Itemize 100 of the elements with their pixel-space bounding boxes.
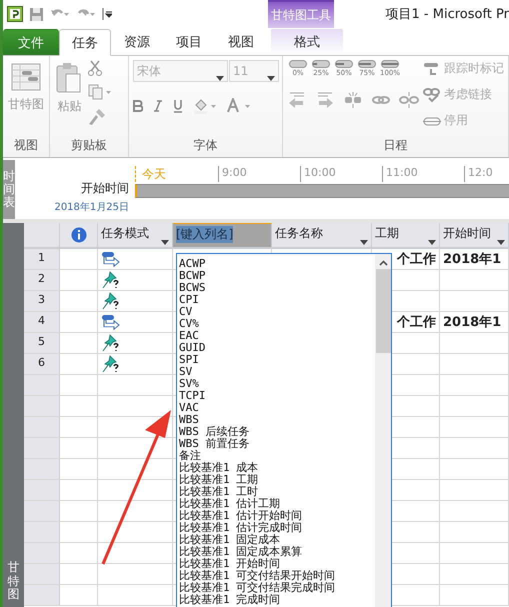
- bold-icon[interactable]: [133, 100, 143, 112]
- auto-schedule-icon: [101, 314, 121, 330]
- gantt-side-tab[interactable]: 甘特图: [3, 223, 24, 607]
- field-option[interactable]: BCWP: [179, 270, 373, 282]
- row-number: 1: [24, 249, 60, 269]
- customize-toolbar-icon[interactable]: [102, 8, 112, 20]
- field-option[interactable]: TCPI: [179, 390, 373, 402]
- row-header[interactable]: [24, 480, 60, 500]
- field-option[interactable]: ACWP: [179, 258, 373, 270]
- row-header[interactable]: [24, 585, 60, 605]
- field-option[interactable]: 比较基准1 工时: [179, 486, 373, 498]
- field-option[interactable]: CV%: [179, 318, 373, 330]
- field-option[interactable]: WBS 后续任务: [179, 426, 373, 438]
- field-dropdown-list[interactable]: [176, 253, 392, 607]
- field-option[interactable]: GUID: [179, 342, 373, 354]
- underline-icon[interactable]: [173, 99, 183, 113]
- table-cell: 2018年1: [440, 312, 509, 332]
- field-option[interactable]: 比较基准1 固定成本: [179, 534, 373, 546]
- field-option[interactable]: 比较基准1 固定成本累算: [179, 546, 373, 558]
- field-option[interactable]: 比较基准1 估计完成时间: [179, 522, 373, 534]
- column-title: 开始时间: [443, 225, 491, 242]
- field-option[interactable]: VAC: [179, 402, 373, 414]
- field-option[interactable]: 比较基准1 完成时间: [179, 594, 373, 606]
- field-option[interactable]: 比较基准1 开始时间: [179, 558, 373, 570]
- field-option[interactable]: 比较基准1 估计工期: [179, 498, 373, 510]
- row-header[interactable]: [24, 564, 60, 584]
- scrollbar-thumb[interactable]: [376, 269, 390, 353]
- progress-bar-icon: [358, 60, 376, 68]
- field-option[interactable]: 比较基准1 可交付结果开始时间: [179, 570, 373, 582]
- column-name-input[interactable]: [键入列名]: [176, 226, 234, 243]
- group-label: 日程: [384, 137, 408, 154]
- project-app-icon[interactable]: [7, 6, 23, 22]
- font-color-icon[interactable]: [227, 98, 251, 114]
- row-header[interactable]: [24, 375, 60, 395]
- format-painter-icon[interactable]: [88, 108, 106, 126]
- field-option[interactable]: 备注: [179, 450, 373, 462]
- field-option[interactable]: SPI: [179, 354, 373, 366]
- column-title: 任务名称: [275, 225, 323, 242]
- row-header[interactable]: [24, 543, 60, 563]
- italic-icon[interactable]: [153, 100, 163, 112]
- progress-bar-icon: [335, 60, 353, 68]
- column-header[interactable]: 开始时间: [440, 223, 509, 247]
- row-header[interactable]: [24, 438, 60, 458]
- field-option[interactable]: SV: [179, 366, 373, 378]
- time-tick: 11:00: [382, 166, 464, 182]
- dropdown-caret-icon[interactable]: [360, 240, 368, 245]
- field-option[interactable]: WBS: [179, 414, 373, 426]
- group-label: 视图: [14, 137, 38, 154]
- progress-bar-icon: [381, 60, 399, 68]
- ribbon-tab[interactable]: 任务: [59, 29, 111, 56]
- save-icon[interactable]: [29, 6, 44, 22]
- ribbon-tab[interactable]: 项目: [163, 28, 215, 55]
- dropdown-caret-icon[interactable]: [161, 240, 169, 245]
- dropdown-caret-icon[interactable]: [428, 240, 436, 245]
- progress-bar-icon: [312, 60, 330, 68]
- row-header[interactable]: [24, 522, 60, 542]
- field-option[interactable]: CV: [179, 306, 373, 318]
- field-option[interactable]: 比较基准1 估计开始时间: [179, 510, 373, 522]
- row-number: 2: [24, 270, 60, 290]
- field-option[interactable]: BCWS: [179, 282, 373, 294]
- unlink-icon[interactable]: [399, 91, 419, 109]
- row-number: 4: [24, 312, 60, 332]
- add-column-header[interactable]: [键入列名]: [173, 223, 272, 247]
- clipboard-icon: [55, 62, 84, 94]
- row-header[interactable]: [24, 396, 60, 416]
- indent-icon[interactable]: [315, 91, 335, 109]
- dropdown-caret-icon[interactable]: [497, 240, 505, 245]
- dropdown-caret-icon[interactable]: [267, 76, 275, 81]
- column-header[interactable]: 工期: [372, 223, 440, 247]
- group-label: 剪贴板: [71, 137, 108, 154]
- copy-icon[interactable]: [88, 84, 112, 100]
- pushpin-question-icon: [101, 292, 121, 310]
- outdent-icon[interactable]: [287, 91, 307, 109]
- field-option[interactable]: 比较基准1 工期: [179, 474, 373, 486]
- ribbon-tab[interactable]: 格式: [271, 28, 343, 55]
- ribbon-tab[interactable]: 视图: [215, 28, 267, 55]
- fill-color-icon[interactable]: [193, 98, 217, 114]
- ribbon-tab[interactable]: 文件: [3, 29, 59, 55]
- field-option[interactable]: SV%: [179, 378, 373, 390]
- ribbon-tab[interactable]: 资源: [111, 28, 163, 55]
- dropdown-caret-icon[interactable]: [216, 76, 224, 81]
- pushpin-question-icon: [101, 334, 121, 352]
- row-header[interactable]: [24, 459, 60, 479]
- split-task-icon[interactable]: [343, 91, 363, 109]
- cut-icon[interactable]: [88, 60, 102, 76]
- contextual-tab-group-title: 甘特图工具: [268, 0, 334, 28]
- row-header[interactable]: [24, 417, 60, 437]
- field-option[interactable]: EAC: [179, 330, 373, 342]
- scrollbar[interactable]: [375, 254, 391, 607]
- scroll-up-icon[interactable]: [378, 260, 388, 266]
- time-tick: 9:00: [218, 166, 300, 182]
- row-number: 5: [24, 333, 60, 353]
- field-option[interactable]: CPI: [179, 294, 373, 306]
- field-option[interactable]: 比较基准1 成本: [179, 462, 373, 474]
- column-header[interactable]: 任务名称: [272, 223, 372, 247]
- row-header[interactable]: [24, 501, 60, 521]
- field-option[interactable]: WBS 前置任务: [179, 438, 373, 450]
- gantt-chart-icon: [10, 62, 42, 92]
- chain-check-icon: [423, 86, 441, 102]
- field-option[interactable]: 比较基准1 可交付结果完成时间: [179, 582, 373, 594]
